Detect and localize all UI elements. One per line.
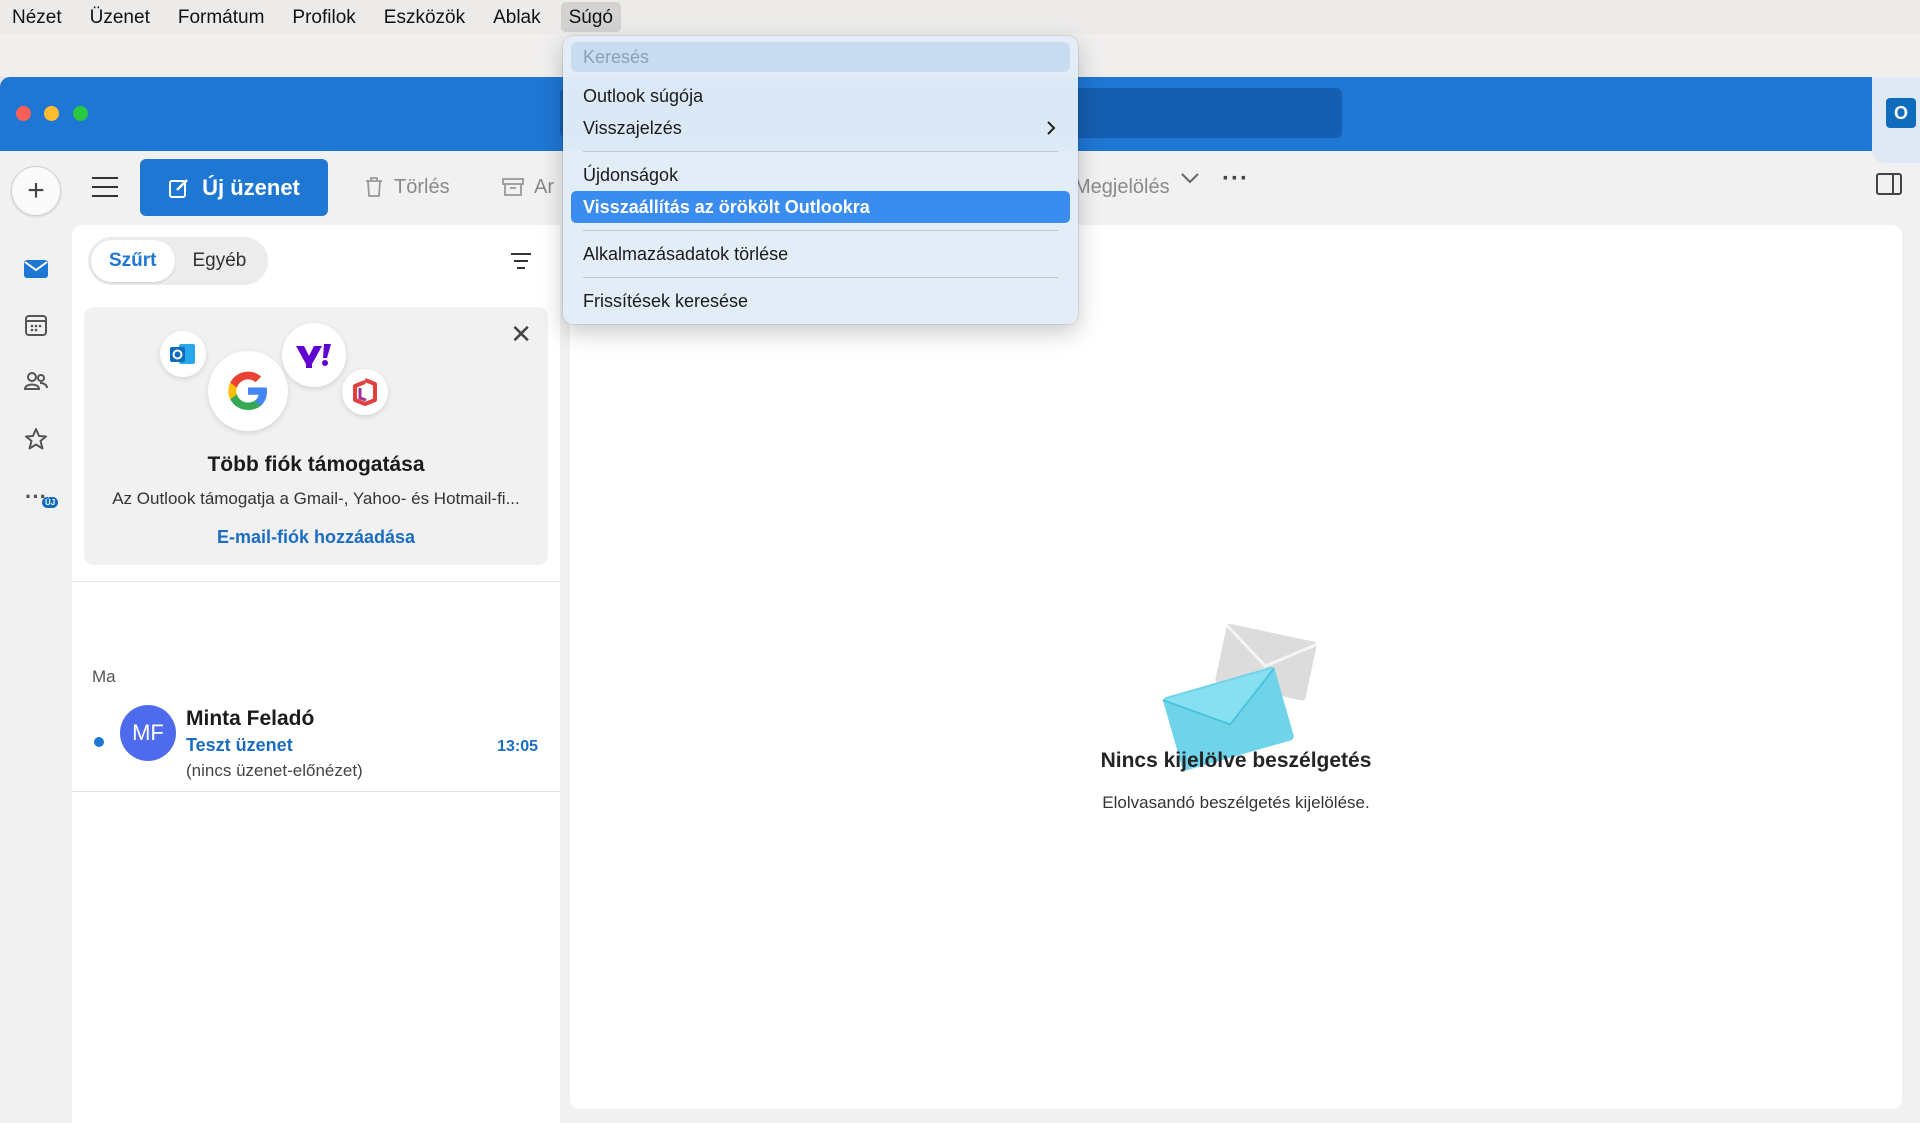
menu-item-whats-new[interactable]: Újdonságok [571, 159, 1070, 191]
menu-window[interactable]: Ablak [485, 2, 549, 32]
app-rail [0, 151, 72, 1123]
menu-item-label: Visszajelzés [583, 117, 682, 138]
empty-state-subtitle: Elolvasandó beszélgetés kijelölése. [1102, 793, 1370, 812]
menu-tools[interactable]: Eszközök [376, 2, 473, 32]
archive-button[interactable]: Ar [502, 169, 554, 205]
trash-icon [366, 177, 382, 197]
more-actions-icon[interactable]: ··· [1222, 165, 1249, 193]
close-icon[interactable]: ✕ [510, 319, 532, 350]
unread-indicator [94, 737, 104, 747]
menu-bar: Nézet Üzenet Formátum Profilok Eszközök … [0, 0, 1920, 34]
menu-item-label: Újdonságok [583, 164, 679, 185]
star-icon[interactable] [22, 425, 50, 453]
people-icon[interactable] [22, 367, 50, 395]
promo-description: Az Outlook támogatja a Gmail-, Yahoo- és… [112, 489, 520, 508]
message-subject: Teszt üzenet [186, 735, 293, 755]
reading-pane-toggle-icon[interactable] [1876, 173, 1902, 195]
multi-account-promo: ✕ Több fiók támogatása Az Outlook támoga… [84, 307, 548, 565]
empty-state-title: Nincs kijelölve beszélgetés [1100, 749, 1372, 772]
delete-label: Törlés [394, 175, 450, 198]
add-account-link[interactable]: E-mail-fiók hozzáadása [84, 527, 548, 548]
delete-button[interactable]: Törlés [364, 169, 450, 205]
divider [72, 791, 560, 792]
inbox-tabs: Szűrt Egyéb [88, 237, 268, 285]
menu-help[interactable]: Súgó [560, 2, 621, 32]
flag-button[interactable]: Megjelölés [1074, 169, 1170, 205]
group-label-today: Ma [92, 667, 116, 686]
promo-title: Több fiók támogatása [207, 453, 425, 476]
new-message-label: Új üzenet [202, 174, 300, 200]
office-logo-icon [342, 369, 388, 415]
google-logo-icon [208, 351, 288, 431]
archive-label: Ar [534, 175, 554, 198]
calendar-icon[interactable] [22, 311, 50, 339]
more-apps-icon[interactable]: ··· [22, 483, 50, 511]
chevron-right-icon [1047, 121, 1056, 135]
menu-item-label: Visszaállítás az örökölt Outlookra [583, 196, 870, 217]
menu-item-label: Alkalmazásadatok törlése [583, 243, 789, 264]
tab-focused[interactable]: Szűrt [91, 240, 175, 282]
menu-separator [583, 230, 1058, 231]
zoom-window-button[interactable] [73, 106, 88, 121]
mail-icon[interactable] [22, 255, 50, 283]
new-message-button[interactable]: Új üzenet [140, 159, 328, 216]
yahoo-logo-icon [282, 323, 346, 387]
help-search-input[interactable]: Keresés [571, 42, 1070, 72]
message-preview: (nincs üzenet-előnézet) [186, 761, 363, 780]
message-list-pane: Szűrt Egyéb ✕ Több fiók támogatása Az Ou… [72, 225, 560, 1123]
divider [72, 581, 560, 582]
hamburger-icon[interactable] [92, 177, 118, 201]
outlook-logo-icon [160, 331, 206, 377]
archive-icon [502, 178, 524, 196]
menu-item-outlook-help[interactable]: Outlook súgója [571, 80, 1070, 112]
menu-separator [583, 277, 1058, 278]
menu-item-revert-legacy[interactable]: Visszaállítás az örökölt Outlookra [571, 191, 1070, 223]
list-item[interactable]: MF Minta Feladó Teszt üzenet (nincs üzen… [72, 695, 560, 787]
close-window-button[interactable] [16, 106, 31, 121]
reading-pane: Nincs kijelölve beszélgetés Elolvasandó … [570, 225, 1902, 1109]
menu-item-label: Outlook súgója [583, 85, 704, 106]
add-account-button[interactable]: + [11, 166, 61, 216]
menu-format[interactable]: Formátum [170, 2, 273, 32]
menu-item-feedback[interactable]: Visszajelzés [571, 112, 1070, 144]
help-menu-dropdown: Keresés Outlook súgója Visszajelzés Újdo… [563, 36, 1078, 324]
filter-icon[interactable] [510, 253, 532, 274]
minimize-window-button[interactable] [44, 106, 59, 121]
sender-name: Minta Feladó [186, 707, 315, 730]
compose-icon [169, 178, 188, 198]
tab-other[interactable]: Egyéb [175, 240, 265, 282]
menu-message[interactable]: Üzenet [82, 2, 158, 32]
menu-item-label: Frissítések keresése [583, 290, 749, 311]
menu-item-reset-data[interactable]: Alkalmazásadatok törlése [571, 238, 1070, 270]
avatar: MF [120, 705, 176, 761]
menu-profiles[interactable]: Profilok [284, 2, 363, 32]
flag-label: Megjelölés [1074, 175, 1170, 198]
message-time: 13:05 [497, 738, 538, 755]
menu-separator [583, 151, 1058, 152]
chevron-down-icon[interactable] [1180, 171, 1200, 190]
menu-view[interactable]: Nézet [4, 2, 70, 32]
menu-item-check-updates[interactable]: Frissítések keresése [571, 285, 1070, 317]
